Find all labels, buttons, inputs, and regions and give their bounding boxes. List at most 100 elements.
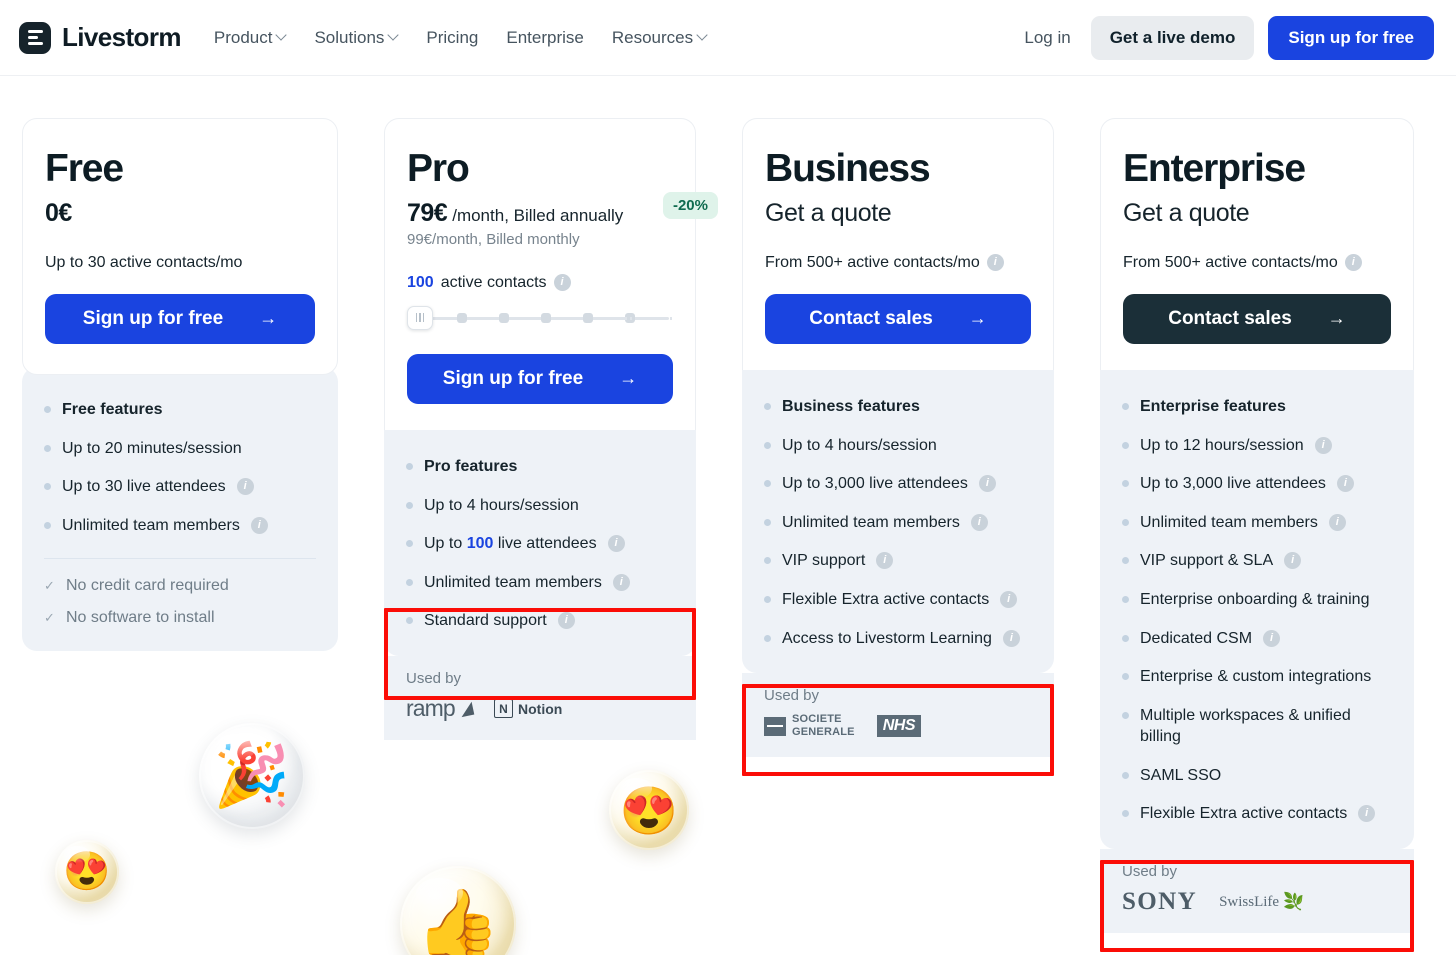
bullet-icon (764, 634, 771, 642)
plan-contacts-text: Up to 30 active contacts/mo (45, 253, 243, 271)
feature-label: Standard support (424, 612, 547, 630)
contact-sales-cta-business-plan[interactable]: Contact sales → (765, 293, 1031, 344)
cta-label: Contact sales (1168, 307, 1292, 329)
ramp-logo-text: ramp (406, 695, 456, 722)
plan-card-pro: Pro 79€ /month, Billed annually 99€/mont… (384, 118, 718, 740)
feature-label: Up to 4 hours/session (782, 436, 937, 454)
info-icon[interactable]: i (1328, 513, 1346, 531)
bullet-icon (1122, 711, 1129, 719)
societe-generale-logo-text: SOCIETE GENERALE (792, 713, 855, 739)
feature-item: VIP support & SLA i (1122, 550, 1392, 572)
info-icon[interactable]: i (607, 535, 625, 553)
arrow-right-icon: → (259, 308, 278, 329)
feature-label: SAML SSO (1140, 766, 1222, 784)
plan-features-enterprise: Enterprise features Up to 12 hours/sessi… (1100, 369, 1414, 850)
info-icon[interactable]: i (1358, 805, 1376, 823)
bullet-icon (1122, 634, 1129, 642)
info-icon[interactable]: i (1336, 475, 1354, 493)
plan-card-enterprise: Enterprise Get a quote From 500+ active … (1100, 118, 1414, 934)
plan-price-alternate: 99€/month, Billed monthly (407, 230, 580, 248)
plan-title: Pro (407, 147, 470, 190)
plan-features-pro: Pro features Up to 4 hours/session Up to… (384, 429, 696, 656)
info-icon[interactable]: i (250, 516, 268, 534)
bullet-icon (764, 441, 771, 449)
feature-label: Unlimited team members (782, 513, 960, 531)
check-icon: ✓ (44, 578, 55, 594)
slider-handle[interactable] (407, 305, 433, 330)
signup-free-cta-free-plan[interactable]: Sign up for free → (45, 293, 315, 344)
info-icon[interactable]: i (612, 573, 630, 591)
plan-features-business: Business features Up to 4 hours/session … (742, 369, 1054, 674)
feature-item: Enterprise & custom integrations (1122, 666, 1392, 688)
nav-item-resources[interactable]: Resources (612, 28, 707, 48)
nav-item-enterprise[interactable]: Enterprise (506, 28, 583, 48)
info-icon[interactable]: i (553, 274, 571, 292)
nhs-logo-icon: NHS (876, 715, 921, 738)
plan-header-free: Free 0€ Up to 30 active contacts/mo Sign… (22, 118, 338, 375)
info-icon[interactable]: i (970, 513, 988, 531)
party-popper-emoji-bubble: 🎉 (199, 723, 305, 829)
plan-title: Free (45, 147, 124, 190)
info-icon[interactable]: i (986, 254, 1004, 272)
feature-item: Free features (44, 399, 316, 421)
feature-item: Flexible Extra active contacts i (1122, 803, 1392, 825)
feature-label: Free features (62, 400, 163, 418)
divider (44, 558, 316, 560)
info-icon[interactable]: i (1000, 590, 1018, 608)
nav-item-solutions[interactable]: Solutions (314, 28, 398, 48)
contact-sales-cta-enterprise-plan[interactable]: Contact sales → (1123, 293, 1391, 344)
feature-item: Flexible Extra active contacts i (764, 589, 1032, 611)
customer-logos: ramp ◢ N Notion (406, 695, 674, 722)
heart-eyes-emoji-bubble: 😍 (55, 840, 119, 904)
info-icon[interactable]: i (1284, 552, 1302, 570)
plan-card-business: Business Get a quote From 500+ active co… (742, 118, 1054, 758)
bullet-icon (406, 462, 413, 470)
plan-contacts-line: 100 active contacts i (407, 274, 673, 292)
info-icon[interactable]: i (1263, 629, 1281, 647)
feature-label: Unlimited team members (1140, 513, 1318, 531)
slider-dotted-tail (615, 316, 673, 320)
feature-label: Flexible Extra active contacts (1140, 805, 1348, 823)
feature-label: Enterprise onboarding & training (1140, 590, 1370, 608)
used-by-label: Used by (764, 687, 820, 705)
check-item: ✓ No credit card required (44, 577, 316, 595)
signup-free-button[interactable]: Sign up for free (1268, 15, 1434, 60)
brand-name: Livestorm (62, 22, 181, 52)
active-contacts-slider[interactable] (407, 305, 673, 332)
plan-header-pro: Pro 79€ /month, Billed annually 99€/mont… (384, 118, 718, 430)
check-label: No software to install (66, 609, 215, 627)
plan-price: 0€ (45, 198, 72, 227)
info-icon[interactable]: i (1314, 436, 1332, 454)
info-icon[interactable]: i (1002, 629, 1020, 647)
feature-item: Unlimited team members i (1122, 512, 1392, 534)
plan-title: Business (765, 147, 931, 190)
login-link[interactable]: Log in (1018, 28, 1076, 48)
nav-item-product[interactable]: Product (214, 28, 287, 48)
bullet-icon (1122, 771, 1129, 779)
feature-item: SAML SSO (1122, 765, 1392, 787)
info-icon[interactable]: i (978, 475, 996, 493)
nav-item-pricing[interactable]: Pricing (426, 28, 478, 48)
feature-label: Flexible Extra active contacts (782, 590, 990, 608)
notion-logo-text: Notion (518, 700, 563, 717)
arrow-right-icon: → (968, 308, 987, 329)
cta-label: Sign up for free (82, 307, 224, 329)
signup-free-cta-pro-plan[interactable]: Sign up for free → (407, 353, 673, 404)
feature-item: Unlimited team members i (764, 512, 1032, 534)
feature-item: Unlimited team members i (406, 572, 674, 594)
plan-subtitle: Get a quote (765, 198, 892, 227)
brand-logo[interactable]: Livestorm (19, 21, 181, 54)
info-icon[interactable]: i (236, 478, 254, 496)
info-icon[interactable]: i (1344, 254, 1362, 272)
bullet-icon (1122, 480, 1129, 488)
info-icon[interactable]: i (876, 552, 894, 570)
plan-price-period: /month, Billed annually (452, 205, 624, 225)
info-icon[interactable]: i (557, 612, 575, 630)
main-nav: Product Solutions Pricing Enterprise Res… (214, 28, 707, 48)
bullet-icon (1122, 673, 1129, 681)
get-live-demo-button[interactable]: Get a live demo (1090, 15, 1255, 60)
heart-eyes-emoji-bubble: 😍 (609, 770, 689, 850)
bullet-icon (44, 483, 51, 491)
feature-label: Up to 20 minutes/session (62, 439, 242, 457)
feature-label: Enterprise & custom integrations (1140, 668, 1372, 686)
